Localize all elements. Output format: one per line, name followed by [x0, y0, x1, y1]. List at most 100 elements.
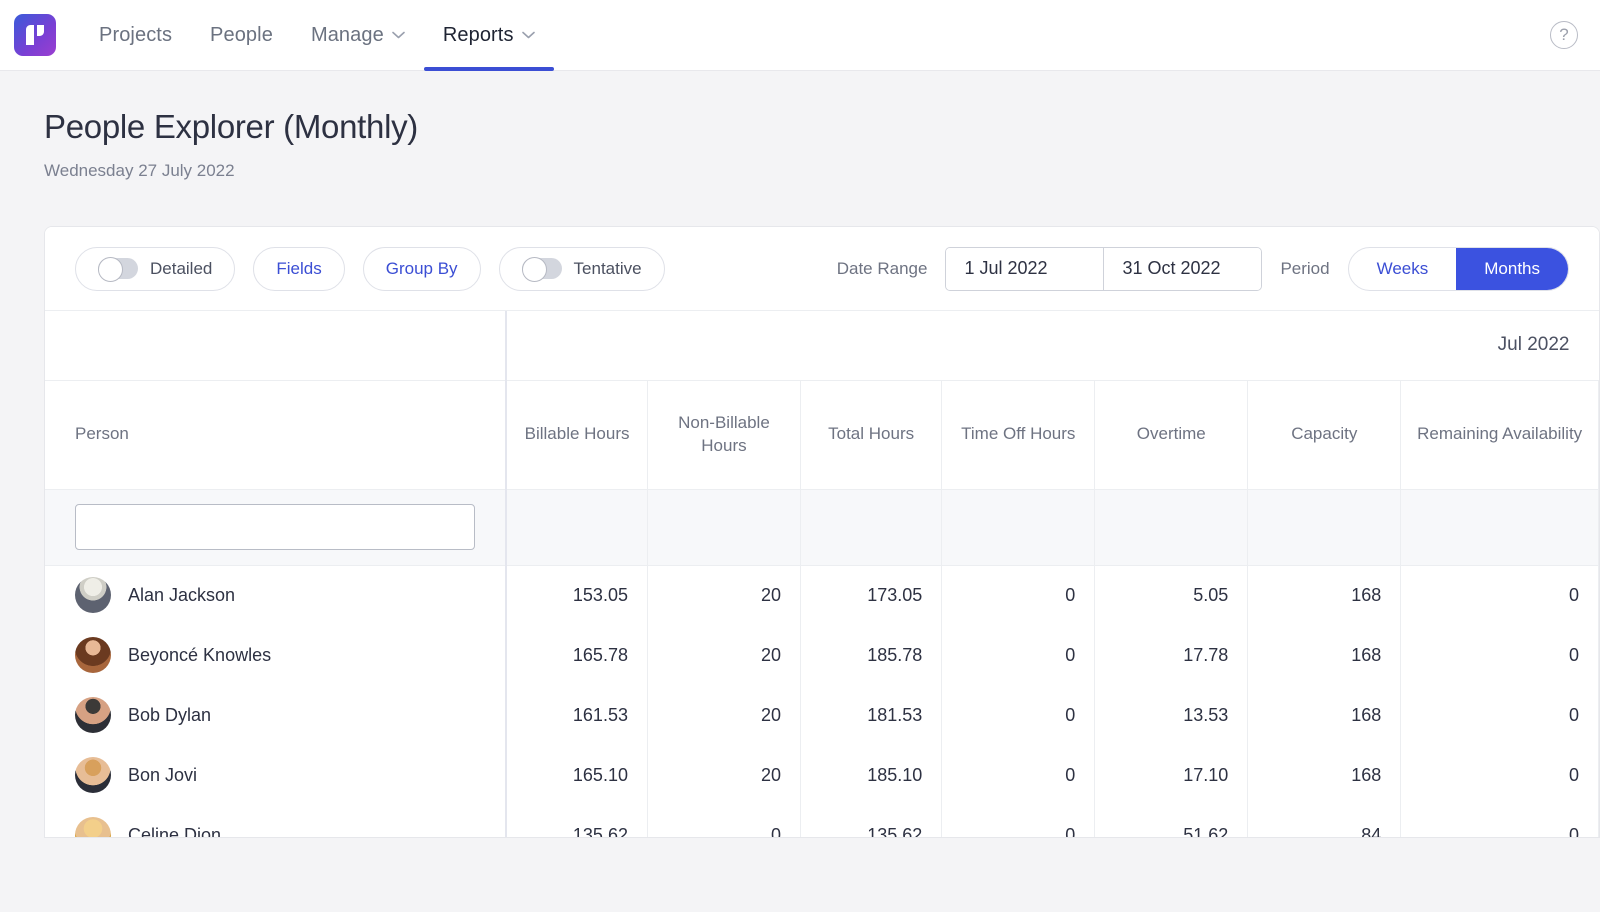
- date-range-control: [945, 247, 1262, 291]
- person-cell[interactable]: Alan Jackson: [45, 565, 506, 625]
- column-header-capacity[interactable]: Capacity: [1248, 380, 1401, 489]
- toggle-switch-icon[interactable]: [98, 258, 138, 279]
- nav-item-reports[interactable]: Reports: [424, 0, 554, 71]
- column-header-time-off-hours[interactable]: Time Off Hours: [942, 380, 1095, 489]
- cell-overtime: 5.05: [1095, 565, 1248, 625]
- table-row[interactable]: Bon Jovi 165.10 20 185.10 0 17.10 168 0: [45, 745, 1599, 805]
- nav-item-manage[interactable]: Manage: [292, 0, 424, 71]
- nav-item-people[interactable]: People: [191, 0, 292, 71]
- date-range-label: Date Range: [837, 259, 928, 279]
- chevron-down-icon: [522, 31, 535, 39]
- report-card: Detailed Fields Group By Tentative Date …: [44, 226, 1600, 838]
- cell-capacity: 84: [1248, 805, 1401, 838]
- cell-overtime: 13.53: [1095, 685, 1248, 745]
- report-toolbar: Detailed Fields Group By Tentative Date …: [45, 227, 1599, 311]
- chevron-down-icon: [392, 31, 405, 39]
- detailed-toggle-label: Detailed: [150, 259, 212, 279]
- person-filter-input[interactable]: [75, 504, 475, 550]
- avatar: [75, 637, 111, 673]
- people-explorer-table: Jul 2022 Person Billable Hours Non-Billa…: [45, 311, 1599, 838]
- period-group-row: Jul 2022: [45, 311, 1599, 380]
- avatar: [75, 697, 111, 733]
- person-name: Bon Jovi: [128, 765, 197, 786]
- period-segmented-control: Weeks Months: [1348, 247, 1569, 291]
- report-table-wrapper[interactable]: Jul 2022 Person Billable Hours Non-Billa…: [45, 311, 1599, 838]
- fields-button[interactable]: Fields: [253, 247, 344, 291]
- column-header-overtime[interactable]: Overtime: [1095, 380, 1248, 489]
- date-to-input[interactable]: [1104, 248, 1261, 290]
- toggle-switch-icon[interactable]: [522, 258, 562, 279]
- person-cell[interactable]: Beyoncé Knowles: [45, 625, 506, 685]
- cell-non-billable-hours: 0: [647, 805, 800, 838]
- column-header-remaining-availability[interactable]: Remaining Availability: [1401, 380, 1599, 489]
- tentative-toggle[interactable]: Tentative: [499, 247, 665, 291]
- cell-time-off-hours: 0: [942, 565, 1095, 625]
- table-row[interactable]: Celine Dion 135.62 0 135.62 0 51.62 84 0: [45, 805, 1599, 838]
- column-header-billable-hours[interactable]: Billable Hours: [506, 380, 647, 489]
- cell-billable-hours: 153.05: [506, 565, 647, 625]
- filter-cell: [1248, 489, 1401, 565]
- table-row[interactable]: Beyoncé Knowles 165.78 20 185.78 0 17.78…: [45, 625, 1599, 685]
- period-option-weeks[interactable]: Weeks: [1349, 248, 1457, 290]
- cell-remaining-availability: 0: [1401, 625, 1599, 685]
- period-option-months[interactable]: Months: [1456, 248, 1568, 290]
- cell-total-hours: 173.05: [800, 565, 941, 625]
- cell-capacity: 168: [1248, 565, 1401, 625]
- avatar: [75, 577, 111, 613]
- group-by-button[interactable]: Group By: [363, 247, 481, 291]
- column-header-non-billable-hours[interactable]: Non-Billable Hours: [647, 380, 800, 489]
- period-option-label: Weeks: [1377, 259, 1429, 279]
- filter-cell: [800, 489, 941, 565]
- filter-cell: [942, 489, 1095, 565]
- help-icon[interactable]: ?: [1550, 21, 1578, 49]
- cell-overtime: 51.62: [1095, 805, 1248, 838]
- cell-remaining-availability: 0: [1401, 565, 1599, 625]
- cell-non-billable-hours: 20: [647, 745, 800, 805]
- cell-total-hours: 185.78: [800, 625, 941, 685]
- cell-total-hours: 185.10: [800, 745, 941, 805]
- nav-item-projects[interactable]: Projects: [80, 0, 191, 71]
- nav-items: Projects People Manage Reports: [80, 0, 554, 71]
- filter-cell: [506, 489, 647, 565]
- period-group-label: Jul 2022: [506, 311, 1598, 380]
- table-filter-row: [45, 489, 1599, 565]
- page-header: People Explorer (Monthly) Wednesday 27 J…: [0, 71, 1600, 181]
- person-cell[interactable]: Bob Dylan: [45, 685, 506, 745]
- cell-time-off-hours: 0: [942, 625, 1095, 685]
- person-cell[interactable]: Celine Dion: [45, 805, 506, 838]
- person-name: Celine Dion: [128, 825, 221, 839]
- column-header-total-hours[interactable]: Total Hours: [800, 380, 941, 489]
- cell-remaining-availability: 0: [1401, 805, 1599, 838]
- cell-total-hours: 181.53: [800, 685, 941, 745]
- app-logo-icon[interactable]: [14, 14, 56, 56]
- page-subtitle-date: Wednesday 27 July 2022: [44, 161, 1600, 181]
- filter-cell: [1095, 489, 1248, 565]
- page-title: People Explorer (Monthly): [44, 108, 1600, 146]
- filter-cell: [1401, 489, 1599, 565]
- tentative-toggle-label: Tentative: [574, 259, 642, 279]
- nav-item-label: Manage: [311, 24, 384, 47]
- table-header-row: Person Billable Hours Non-Billable Hours…: [45, 380, 1599, 489]
- filter-cell: [647, 489, 800, 565]
- avatar: [75, 817, 111, 838]
- nav-item-label: Projects: [99, 24, 172, 47]
- avatar: [75, 757, 111, 793]
- cell-billable-hours: 165.10: [506, 745, 647, 805]
- cell-capacity: 168: [1248, 625, 1401, 685]
- cell-overtime: 17.10: [1095, 745, 1248, 805]
- column-header-person[interactable]: Person: [45, 380, 506, 489]
- cell-time-off-hours: 0: [942, 685, 1095, 745]
- person-filter-cell: [45, 489, 506, 565]
- cell-time-off-hours: 0: [942, 805, 1095, 838]
- table-row[interactable]: Alan Jackson 153.05 20 173.05 0 5.05 168…: [45, 565, 1599, 625]
- person-cell[interactable]: Bon Jovi: [45, 745, 506, 805]
- date-from-input[interactable]: [946, 248, 1103, 290]
- cell-non-billable-hours: 20: [647, 565, 800, 625]
- cell-total-hours: 135.62: [800, 805, 941, 838]
- cell-remaining-availability: 0: [1401, 685, 1599, 745]
- cell-billable-hours: 165.78: [506, 625, 647, 685]
- cell-non-billable-hours: 20: [647, 685, 800, 745]
- table-row[interactable]: Bob Dylan 161.53 20 181.53 0 13.53 168 0: [45, 685, 1599, 745]
- detailed-toggle[interactable]: Detailed: [75, 247, 235, 291]
- person-name: Bob Dylan: [128, 705, 211, 726]
